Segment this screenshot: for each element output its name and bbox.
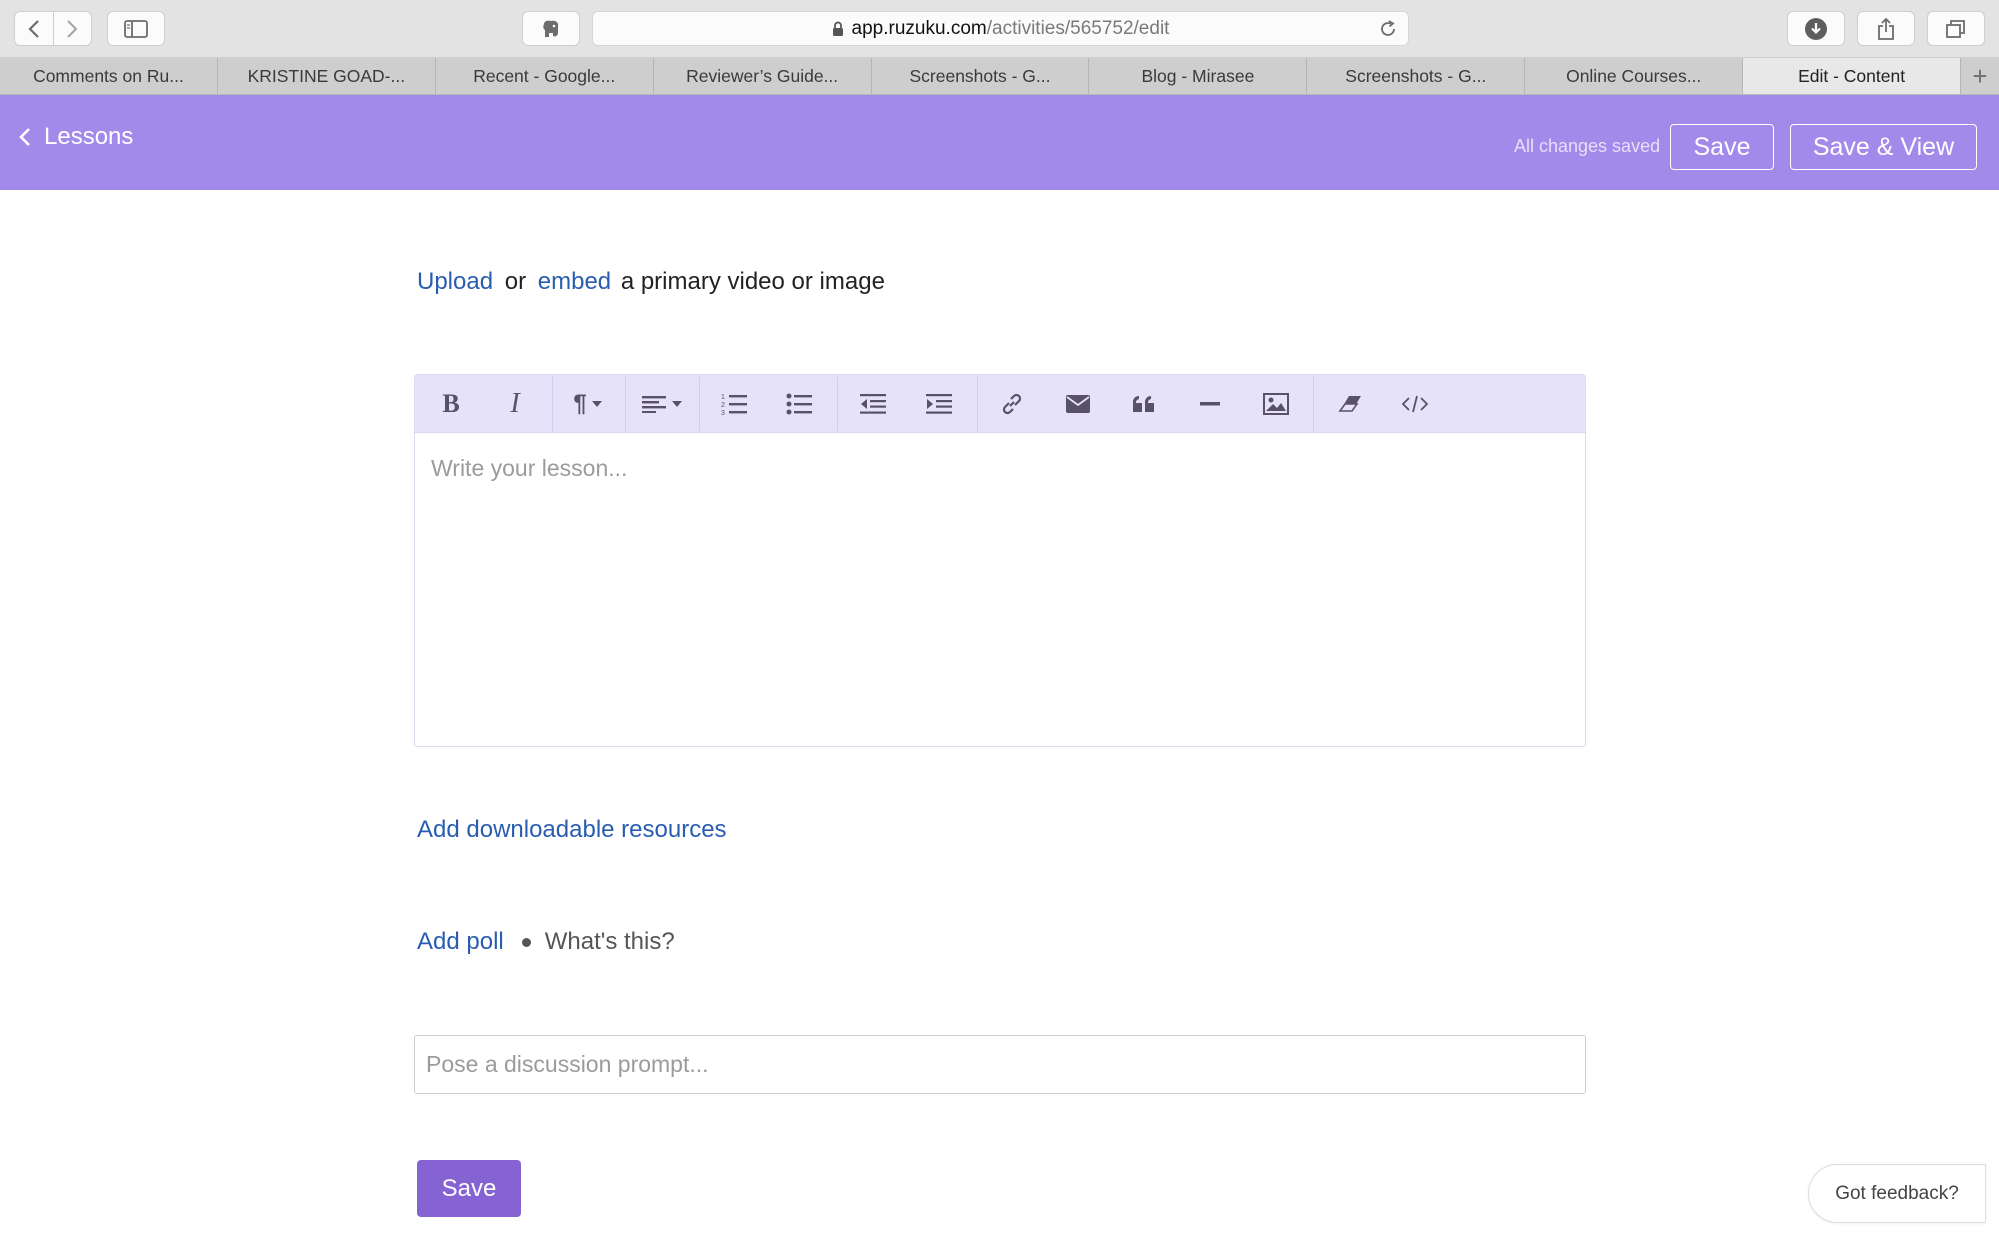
forward-button[interactable] [52,12,92,45]
lesson-editor: B I ¶ 123 Write your lesson... [414,374,1586,747]
address-path: /activities/565752/edit [986,17,1170,39]
address-host: app.ruzuku.com [851,17,987,39]
browser-tab[interactable]: Reviewer’s Guide... [654,58,872,94]
bold-icon: B [442,389,460,418]
code-view-icon [1402,395,1428,413]
new-tab-button[interactable]: + [1961,58,1999,94]
downloads-button[interactable] [1787,11,1845,46]
toolbar-separator [699,377,700,431]
svg-text:2: 2 [721,402,725,409]
save-and-view-button[interactable]: Save & View [1790,124,1977,170]
browser-tab[interactable]: KRISTINE GOAD-... [218,58,436,94]
toolbar-separator [552,377,553,431]
browser-tab[interactable]: Comments on Ru... [0,58,218,94]
ordered-list-button[interactable]: 123 [710,375,758,433]
bullet-separator [521,937,531,947]
toolbar-separator [977,377,978,431]
save-button[interactable]: Save [417,1160,521,1217]
clear-format-icon [1338,396,1361,412]
image-icon [1263,393,1289,415]
add-poll-link[interactable]: Add poll [417,928,504,956]
code-view-button[interactable] [1391,375,1439,433]
tab-bar: Comments on Ru... KRISTINE GOAD-... Rece… [0,58,1999,95]
back-to-lessons-link[interactable]: Lessons [18,123,133,151]
download-icon [1805,17,1827,40]
history-nav [14,11,92,46]
chevron-left-icon [19,128,30,146]
poll-help-link[interactable]: What's this? [545,928,675,956]
outdent-icon [860,394,886,414]
embed-link[interactable]: embed [538,268,611,295]
discussion-prompt-input[interactable] [414,1035,1586,1094]
lock-icon [832,21,844,37]
browser-tab-active[interactable]: Edit - Content [1743,58,1962,94]
unordered-list-button[interactable] [775,375,823,433]
italic-button[interactable]: I [493,375,537,433]
lesson-body-placeholder[interactable]: Write your lesson... [431,455,627,482]
or-text: or [504,268,527,295]
unordered-list-icon [786,393,812,415]
ordered-list-icon: 123 [721,394,747,416]
app-header: Lessons All changes saved Save Save & Vi… [0,95,1999,190]
toolbar-separator [625,377,626,431]
browser-tab[interactable]: Online Courses... [1525,58,1744,94]
browser-tab[interactable]: Screenshots - G... [872,58,1090,94]
quote-icon [1132,395,1154,412]
align-button[interactable] [637,375,687,433]
caret-down-icon [591,401,602,407]
chevron-right-icon [67,19,78,38]
share-icon [1878,17,1894,40]
horizontal-rule-icon [1200,402,1220,406]
primary-media-line: Upload or embed a primary video or image [417,268,885,296]
paragraph-format-icon: ¶ [573,390,587,417]
browser-tab[interactable]: Blog - Mirasee [1089,58,1308,94]
quote-button[interactable] [1120,375,1168,433]
clear-format-button[interactable] [1325,375,1375,433]
svg-text:1: 1 [721,394,725,401]
extension-button[interactable] [522,11,580,46]
browser-tab[interactable]: Recent - Google... [436,58,654,94]
browser-tab[interactable]: Screenshots - G... [1307,58,1526,94]
add-resources-link[interactable]: Add downloadable resources [417,816,727,844]
upload-suffix: a primary video or image [620,268,885,295]
align-icon [641,396,666,413]
toolbar-separator [837,377,838,431]
paragraph-format-button[interactable]: ¶ [563,375,613,433]
address-bar[interactable]: app.ruzuku.com/activities/565752/edit [592,11,1409,46]
reload-icon[interactable] [1378,19,1398,45]
link-icon [1002,393,1022,415]
save-status: All changes saved [1514,136,1661,156]
tab-overview-button[interactable] [1927,11,1985,46]
feedback-button[interactable]: Got feedback? [1808,1164,1986,1223]
editor-toolbar: B I ¶ 123 [415,375,1585,433]
sidebar-toggle-button[interactable] [107,11,165,46]
toolbar-separator [1313,377,1314,431]
back-button[interactable] [15,12,53,45]
poll-row: Add poll What's this? [417,928,675,956]
link-button[interactable] [988,375,1036,433]
share-button[interactable] [1857,11,1915,46]
chevron-left-icon [28,19,39,38]
bold-button[interactable]: B [429,375,473,433]
image-button[interactable] [1252,375,1300,433]
email-icon [1066,395,1090,413]
back-label: Lessons [44,123,134,150]
header-save-button[interactable]: Save [1670,124,1774,170]
elephant-extension-icon [543,20,559,37]
plus-icon: + [1972,60,1988,91]
horizontal-rule-button[interactable] [1186,375,1234,433]
italic-icon: I [510,388,520,419]
caret-down-icon [671,401,682,407]
indent-button[interactable] [915,375,963,433]
browser-toolbar: app.ruzuku.com/activities/565752/edit [0,0,1999,58]
svg-text:3: 3 [721,410,725,416]
tab-overview-icon [1946,19,1965,38]
indent-icon [926,394,952,414]
email-button[interactable] [1054,375,1102,433]
upload-link[interactable]: Upload [417,268,493,295]
sidebar-icon [124,19,148,38]
outdent-button[interactable] [849,375,897,433]
